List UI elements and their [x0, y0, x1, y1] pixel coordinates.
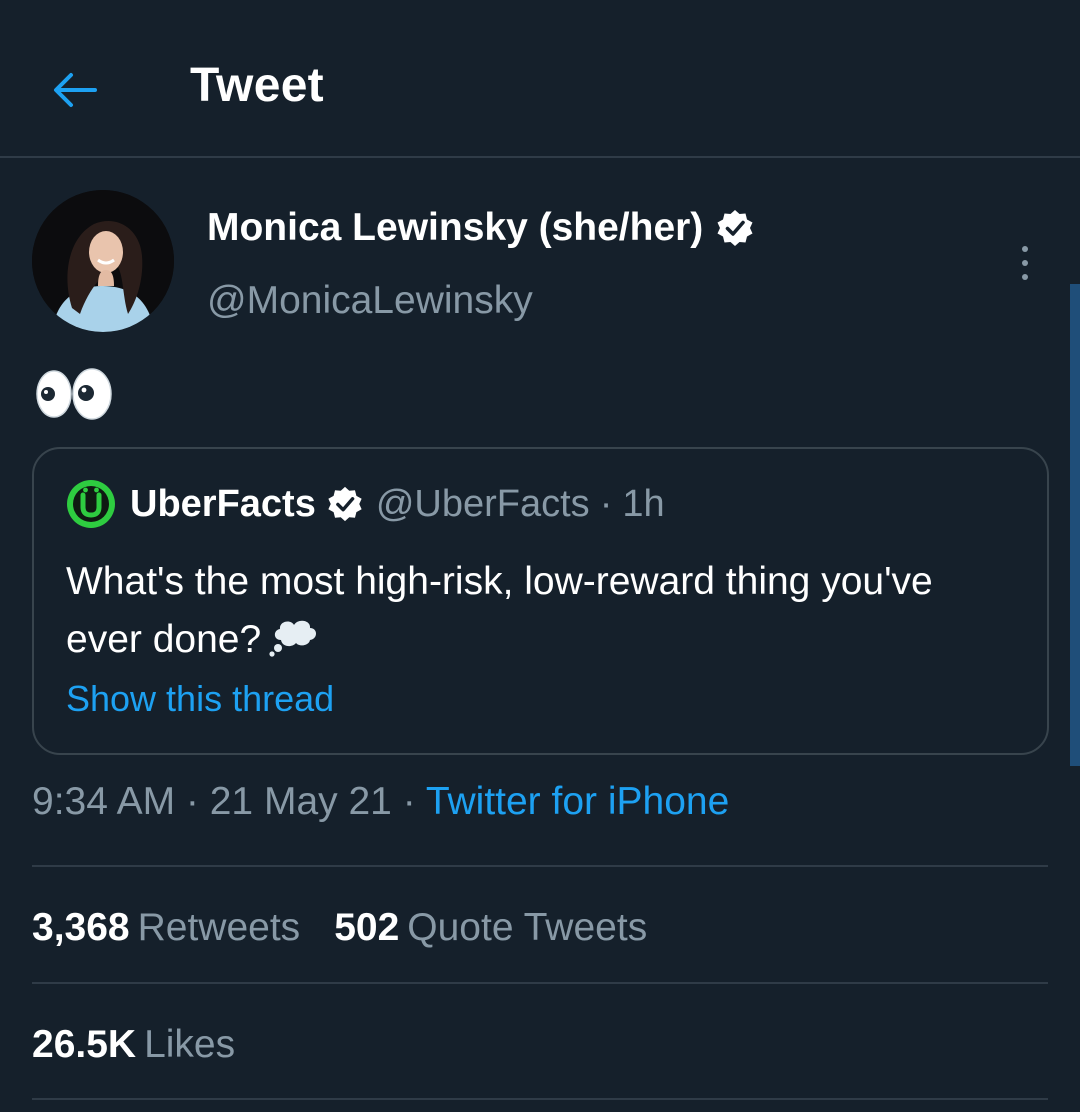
- author-handle[interactable]: @MonicaLewinsky: [207, 279, 533, 323]
- tweet-detail-screen: Tweet Monica Lewinsky (she/her) @MonicaL…: [0, 0, 1080, 1112]
- back-button[interactable]: [44, 60, 104, 120]
- show-thread-link[interactable]: Show this thread: [66, 678, 334, 720]
- retweets-count: 3,368: [32, 906, 130, 949]
- tweet-text: [34, 364, 114, 424]
- likes-stat[interactable]: 26.5K Likes: [32, 1023, 235, 1067]
- tweet-meta: 9:34 AM · 21 May 21 · Twitter for iPhone: [32, 780, 729, 824]
- dot-icon: [1022, 260, 1028, 266]
- page-title: Tweet: [190, 59, 324, 112]
- quoted-tweet-text-content: What's the most high-risk, low-reward th…: [66, 560, 933, 661]
- quote-tweets-count: 502: [334, 906, 400, 949]
- more-options-button[interactable]: [1008, 240, 1042, 286]
- quoted-tweet-text: What's the most high-risk, low-reward th…: [66, 553, 1006, 669]
- quote-tweets-stat[interactable]: 502 Quote Tweets: [334, 906, 647, 950]
- quoted-tweet-card[interactable]: UberFacts @UberFacts · 1h What's the mos…: [32, 447, 1049, 755]
- likes-stats: 26.5K Likes: [32, 1023, 235, 1067]
- author-name[interactable]: Monica Lewinsky (she/her): [207, 206, 755, 250]
- arrow-left-icon: [54, 73, 97, 107]
- uberfacts-avatar[interactable]: [66, 479, 116, 529]
- dot-separator: ·: [599, 482, 613, 525]
- retweets-stat[interactable]: 3,368 Retweets: [32, 906, 300, 950]
- quoted-author-name: UberFacts: [130, 482, 316, 525]
- divider: [32, 865, 1048, 867]
- tweet-source-link[interactable]: Twitter for iPhone: [426, 780, 729, 823]
- verified-badge-icon: [328, 486, 362, 522]
- quote-tweets-label: Quote Tweets: [407, 906, 648, 949]
- dot-icon: [1022, 246, 1028, 252]
- dot-icon: [1022, 274, 1028, 280]
- quoted-tweet-time: 1h: [622, 482, 665, 525]
- divider: [32, 1098, 1048, 1100]
- thought-balloon-emoji: [269, 620, 317, 657]
- author-name-text: Monica Lewinsky (she/her): [207, 206, 704, 249]
- likes-count: 26.5K: [32, 1023, 137, 1066]
- verified-badge-icon: [717, 210, 753, 246]
- engagement-stats: 3,368 Retweets 502 Quote Tweets: [32, 906, 647, 950]
- quoted-author-handle: @UberFacts: [375, 482, 590, 525]
- likes-label: Likes: [144, 1023, 236, 1066]
- tweet-timestamp[interactable]: 9:34 AM · 21 May 21 ·: [32, 780, 426, 823]
- top-bar: Tweet: [0, 0, 1080, 158]
- avatar[interactable]: [32, 190, 174, 332]
- divider: [32, 982, 1048, 984]
- profile-photo: [32, 190, 174, 332]
- quoted-tweet-header: UberFacts @UberFacts · 1h: [66, 479, 665, 529]
- eyes-emoji: [36, 368, 112, 420]
- scrollbar[interactable]: [1070, 284, 1080, 766]
- retweets-label: Retweets: [137, 906, 301, 949]
